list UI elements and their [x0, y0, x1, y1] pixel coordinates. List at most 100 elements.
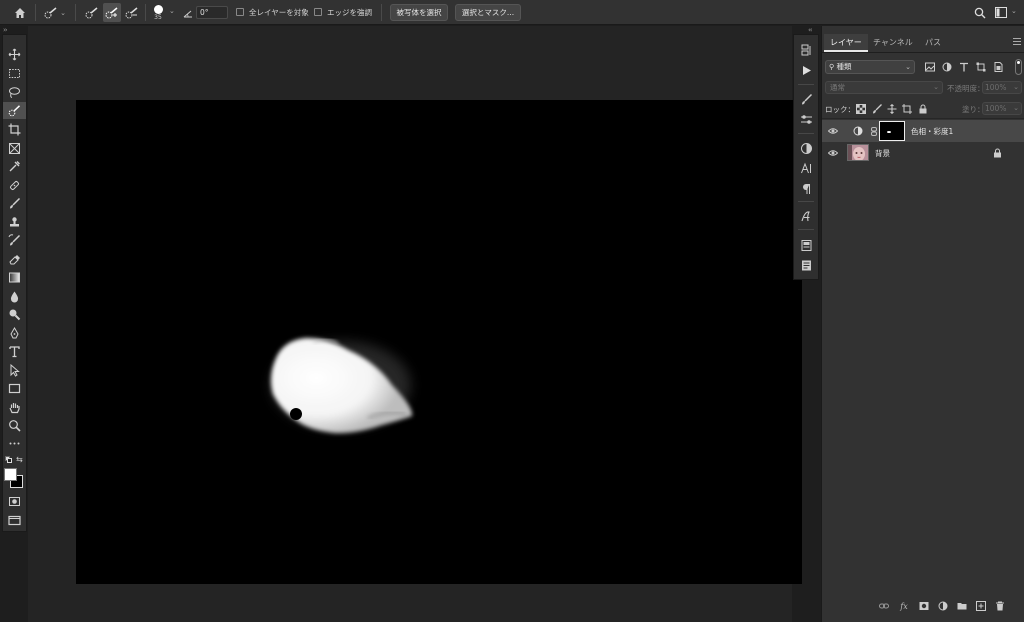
adjustment-layer-icon [853, 126, 863, 136]
link-chain-icon[interactable] [871, 127, 877, 136]
dodge-tool-icon[interactable] [3, 306, 26, 323]
panel-menu-icon[interactable] [1013, 38, 1021, 45]
panel-tabs: レイヤー チャンネル パス [822, 34, 1024, 52]
pen-tool-icon[interactable] [3, 325, 26, 342]
new-group-icon[interactable] [956, 600, 968, 612]
chevron-down-icon[interactable]: ⌄ [169, 7, 175, 15]
lock-artboard-icon[interactable] [901, 103, 912, 114]
marquee-tool-icon[interactable] [3, 65, 26, 82]
layer-mask-thumbnail[interactable] [879, 121, 905, 141]
delete-layer-icon[interactable] [994, 600, 1006, 612]
sample-all-layers-label: 全レイヤーを対象 [249, 8, 309, 17]
mask-preview [271, 338, 413, 434]
move-tool-icon[interactable] [3, 46, 26, 63]
healing-brush-tool-icon[interactable] [3, 177, 26, 194]
blur-tool-icon[interactable] [3, 288, 26, 305]
search-icon: ⚲ [829, 63, 835, 71]
actions-play-icon[interactable] [794, 61, 818, 79]
tool-presets-icon[interactable] [794, 110, 818, 128]
fx-icon[interactable]: fx [898, 600, 910, 612]
quick-mask-icon[interactable] [3, 493, 26, 510]
image-canvas[interactable] [76, 100, 802, 584]
lock-transparent-icon[interactable] [855, 103, 866, 114]
select-and-mask-button[interactable]: 選択とマスク... [455, 4, 521, 21]
enhance-edge-checkbox[interactable] [314, 8, 322, 16]
select-subject-button[interactable]: 被写体を選択 [390, 4, 448, 21]
adjustments-icon[interactable] [794, 139, 818, 157]
filter-smart-object-icon[interactable] [992, 61, 1004, 73]
swap-colors-icon[interactable]: ⇆ [16, 455, 23, 464]
glyphs-panel-icon[interactable] [794, 207, 818, 225]
layer-row-background[interactable]: 背景 [822, 142, 1024, 164]
eraser-tool-icon[interactable] [3, 251, 26, 268]
layer-filter-select[interactable]: ⚲ 種類 ⌄ [825, 60, 915, 74]
filter-toggle[interactable] [1015, 59, 1022, 75]
crop-tool-icon[interactable] [3, 121, 26, 138]
quick-selection-preset-picker[interactable]: ⌄ [42, 3, 68, 22]
collapse-mid-icon[interactable]: ‹‹ [808, 26, 813, 34]
fill-field[interactable]: 100% ⌄ [982, 102, 1022, 115]
tab-layers[interactable]: レイヤー [824, 34, 868, 52]
options-bar: ⌄ 35 ⌄ 0° 全レイヤーを対象 エッジを強調 被写体を選択 選択とマスク.… [0, 0, 1024, 25]
add-to-selection-icon[interactable] [103, 3, 121, 22]
path-selection-tool-icon[interactable] [3, 362, 26, 379]
sample-all-layers-checkbox[interactable] [236, 8, 244, 16]
subtract-from-selection-icon[interactable] [123, 3, 141, 22]
brush-settings-icon[interactable] [794, 90, 818, 108]
type-tool-icon[interactable] [3, 343, 26, 360]
document-window [28, 26, 802, 622]
chevron-down-icon: ⌄ [933, 83, 939, 91]
lock-pixels-icon[interactable] [871, 103, 882, 114]
foreground-color-swatch[interactable] [4, 468, 17, 481]
eye-icon[interactable] [828, 148, 838, 158]
filter-shape-icon[interactable] [975, 61, 987, 73]
link-layers-icon[interactable] [878, 600, 890, 612]
frame-tool-icon[interactable] [3, 140, 26, 157]
layer-thumbnail[interactable] [847, 144, 869, 161]
collapse-left-icon[interactable]: ›› [3, 26, 8, 34]
clone-stamp-tool-icon[interactable] [3, 214, 26, 231]
brush-size-picker[interactable]: 35 [150, 3, 166, 22]
blend-mode-select[interactable]: 通常 ⌄ [825, 81, 943, 94]
layer-row-hue-saturation[interactable]: 色相・彩度1 [822, 120, 1024, 142]
workspace-chevron-icon[interactable]: ⌄ [1011, 7, 1017, 15]
history-brush-tool-icon[interactable] [3, 232, 26, 249]
history-panel-icon[interactable] [794, 41, 818, 59]
libraries-panel-icon[interactable] [794, 236, 818, 254]
filter-type-icon[interactable] [958, 61, 970, 73]
character-panel-icon[interactable] [794, 159, 818, 177]
layer-name: 色相・彩度1 [911, 127, 954, 136]
fill-value: 100% [985, 104, 1007, 113]
new-layer-icon[interactable] [975, 600, 987, 612]
gradient-tool-icon[interactable] [3, 269, 26, 286]
hand-tool-icon[interactable] [3, 399, 26, 416]
filter-pixel-icon[interactable] [924, 61, 936, 73]
lock-position-icon[interactable] [886, 103, 897, 114]
screen-mode-icon[interactable] [3, 512, 26, 529]
eyedropper-tool-icon[interactable] [3, 158, 26, 175]
quick-selection-tool-icon[interactable] [3, 102, 26, 119]
rectangle-tool-icon[interactable] [3, 380, 26, 397]
lasso-tool-icon[interactable] [3, 84, 26, 101]
more-tools-icon[interactable] [3, 435, 26, 452]
workspace-icon[interactable] [993, 3, 1009, 22]
lock-all-icon[interactable] [917, 103, 928, 114]
paragraph-panel-icon[interactable] [794, 179, 818, 197]
eye-icon[interactable] [828, 126, 838, 136]
home-icon[interactable] [10, 3, 30, 22]
tab-channels[interactable]: チャンネル [867, 34, 919, 52]
default-colors-icon[interactable] [5, 456, 13, 464]
opacity-field[interactable]: 100% ⌄ [982, 81, 1022, 94]
new-adjustment-layer-icon[interactable] [937, 600, 949, 612]
brush-tool-icon[interactable] [3, 195, 26, 212]
notes-panel-icon[interactable] [794, 256, 818, 274]
angle-field[interactable]: 0° [196, 6, 228, 19]
layer-name: 背景 [875, 149, 890, 158]
zoom-tool-icon[interactable] [3, 417, 26, 434]
filter-adjustment-icon[interactable] [941, 61, 953, 73]
add-mask-icon[interactable] [918, 600, 930, 612]
new-selection-icon[interactable] [83, 3, 101, 22]
filter-kind-label: 種類 [836, 62, 852, 71]
tab-paths[interactable]: パス [919, 34, 947, 52]
search-icon[interactable] [972, 3, 988, 22]
